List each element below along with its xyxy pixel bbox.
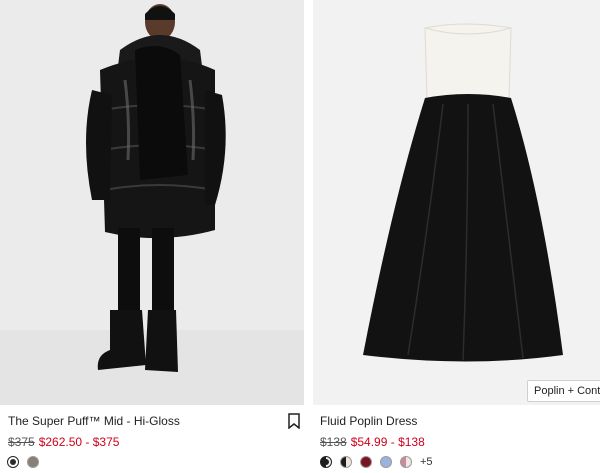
fabric-tag: Poplin + Conto [527,380,600,402]
price-sale: $54.99 - $138 [350,435,425,449]
swatch-black-cream[interactable] [340,456,352,468]
price-original: $375 [8,435,35,449]
price-original: $138 [320,435,347,449]
swatch-taupe[interactable] [27,456,39,468]
more-swatches-count[interactable]: +5 [420,456,433,468]
swatch-black-white[interactable] [320,456,332,468]
product-price: $375 $262.50 - $375 [8,435,119,449]
product-card-super-puff[interactable]: The Super Puff™ Mid - Hi-Gloss $375 $262.… [0,0,304,473]
color-swatches [7,456,39,468]
swatch-burgundy[interactable] [360,456,372,468]
product-card-fluid-poplin-dress[interactable]: Poplin + Conto Fluid Poplin Dress $138 $5… [313,0,600,473]
product-image-fluid-poplin-dress[interactable] [313,0,600,405]
product-title[interactable]: Fluid Poplin Dress [320,414,417,428]
swatch-pink-ivory[interactable] [400,456,412,468]
swatch-light-blue[interactable] [380,456,392,468]
product-image-super-puff[interactable] [0,0,304,405]
product-title[interactable]: The Super Puff™ Mid - Hi-Gloss [8,414,180,428]
price-sale: $262.50 - $375 [38,435,120,449]
swatch-black[interactable] [7,456,19,468]
bookmark-icon[interactable] [287,413,301,429]
product-price: $138 $54.99 - $138 [320,435,425,449]
color-swatches: +5 [320,456,433,468]
